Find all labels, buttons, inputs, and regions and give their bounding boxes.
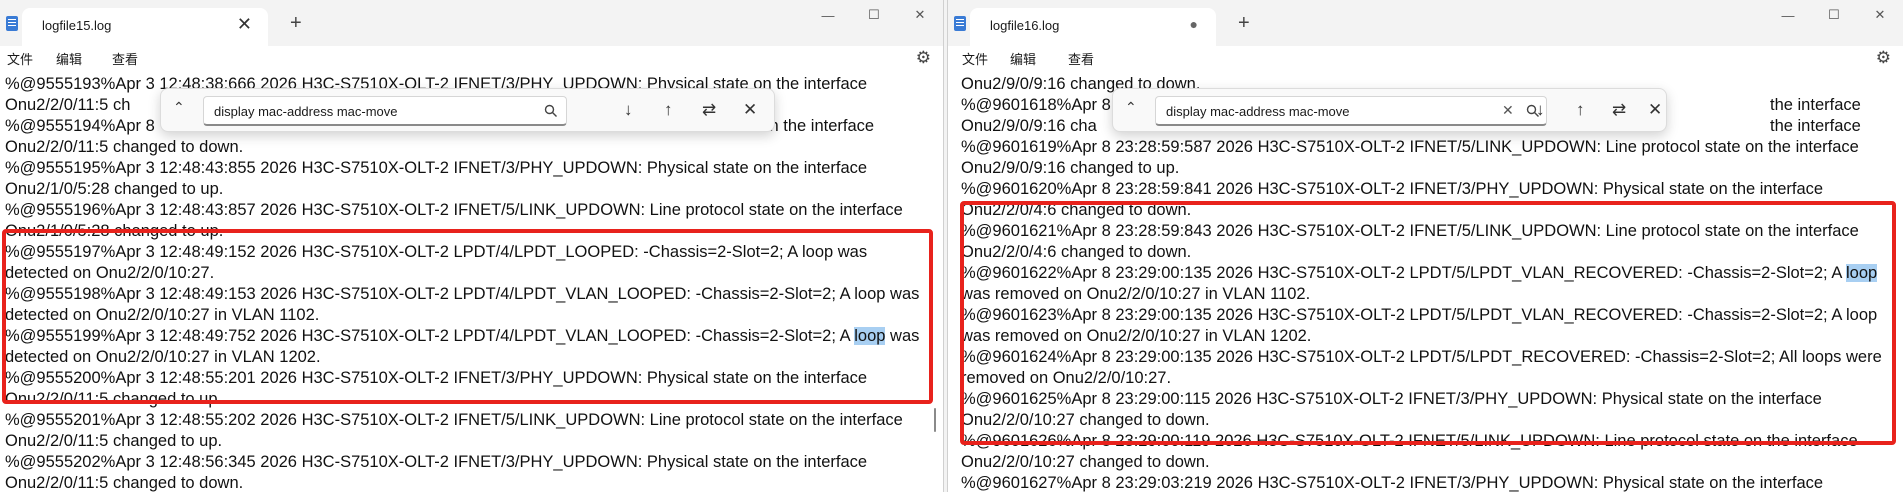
menu-file[interactable]: 文件	[7, 49, 33, 68]
highlight-box	[2, 229, 933, 404]
minimize-icon[interactable]: —	[1765, 0, 1811, 30]
find-options-icon[interactable]: ⇄	[702, 100, 716, 120]
log-line: Onu2/2/0/11:5 changed to down.	[5, 474, 244, 492]
menu-edit[interactable]: 编辑	[1010, 49, 1036, 68]
close-find-icon[interactable]: ✕	[1648, 100, 1662, 120]
new-tab-button[interactable]: +	[290, 12, 302, 35]
close-window-icon[interactable]: ✕	[1857, 0, 1903, 30]
find-query-text: display mac-address mac-move	[1166, 104, 1350, 119]
menu-view[interactable]: 查看	[112, 49, 138, 68]
title-bar: logfile15.log ✕ + — ☐ ✕	[0, 0, 943, 46]
log-line-partial: the interface	[1770, 96, 1861, 114]
close-window-icon[interactable]: ✕	[897, 0, 943, 30]
highlight-box	[960, 201, 1896, 445]
maximize-icon[interactable]: ☐	[851, 0, 897, 30]
arrow-up-icon[interactable]: ↑	[1576, 100, 1585, 120]
find-input[interactable]: display mac-address mac-move ✕	[1155, 96, 1547, 126]
find-query-text: display mac-address mac-move	[214, 104, 398, 119]
tab-title: logfile16.log	[990, 18, 1060, 33]
text-editor-area[interactable]: Onu2/9/0/9:16 changed to down. %@9601618…	[948, 70, 1903, 492]
menu-view[interactable]: 查看	[1068, 49, 1094, 68]
tab-title: logfile15.log	[42, 18, 112, 33]
tab-logfile15[interactable]: logfile15.log ✕	[22, 8, 268, 46]
log-line: Onu2/2/0/11:5 ch	[5, 96, 131, 114]
log-line-partial: the interface	[1770, 117, 1861, 135]
arrow-down-icon[interactable]: ↓	[624, 100, 633, 120]
log-line: %@9555201%Apr 3 12:48:55:202 2026 H3C-S7…	[5, 411, 903, 429]
log-line: %@9601627%Apr 8 23:29:03:219 2026 H3C-S7…	[961, 474, 1824, 492]
text-editor-area[interactable]: %@9555193%Apr 3 12:48:38:666 2026 H3C-S7…	[0, 70, 943, 492]
log-line: %@9555202%Apr 3 12:48:56:345 2026 H3C-S7…	[5, 453, 868, 471]
find-bar: ⌃ display mac-address mac-move ✕ ↓ ↑ ⇄ ✕	[1112, 88, 1667, 132]
log-line: Onu2/2/0/10:27 changed to down.	[961, 453, 1210, 471]
log-line: %@9555194%Apr 8	[5, 117, 155, 135]
log-line: Onu2/9/0/9:16 changed to up.	[961, 159, 1180, 177]
arrow-down-icon[interactable]: ↓	[1536, 100, 1545, 120]
find-bar: ⌃ display mac-address mac-move ↓ ↑ ⇄ ✕	[160, 88, 775, 132]
log-line: Onu2/2/0/11:5 changed to down.	[5, 138, 244, 156]
search-icon[interactable]	[544, 104, 558, 118]
menu-edit[interactable]: 编辑	[56, 49, 82, 68]
tab-logfile16[interactable]: logfile16.log ●	[970, 8, 1216, 46]
find-options-icon[interactable]: ⇄	[1612, 100, 1626, 120]
notepad-app-icon	[6, 16, 18, 31]
unsaved-dot-icon[interactable]: ●	[1190, 16, 1198, 32]
tab-close-icon[interactable]: ✕	[237, 14, 252, 35]
settings-gear-icon[interactable]: ⚙	[916, 48, 931, 68]
scrollbar-thumb[interactable]	[934, 408, 936, 432]
menu-bar: 文件 编辑 查看 ⚙	[0, 46, 943, 70]
log-line: %@9601618%Apr 8	[961, 96, 1111, 114]
log-line: Onu2/9/0/9:16 cha	[961, 117, 1097, 135]
log-line: %@9555196%Apr 3 12:48:43:857 2026 H3C-S7…	[5, 201, 903, 219]
log-line: Onu2/2/0/11:5 changed to up.	[5, 432, 223, 450]
log-line: Onu2/1/0/5:28 changed to up.	[5, 180, 224, 198]
find-input[interactable]: display mac-address mac-move	[203, 96, 567, 126]
arrow-up-icon[interactable]: ↑	[664, 100, 673, 120]
window-controls: — ☐ ✕	[1765, 0, 1903, 30]
chevron-up-icon[interactable]: ⌃	[173, 99, 185, 116]
menu-bar: 文件 编辑 查看 ⚙	[948, 46, 1903, 70]
new-tab-button[interactable]: +	[1238, 12, 1250, 35]
menu-file[interactable]: 文件	[962, 49, 988, 68]
log-line: %@9601620%Apr 8 23:28:59:841 2026 H3C-S7…	[961, 180, 1824, 198]
notepad-window-left: logfile15.log ✕ + — ☐ ✕ 文件 编辑 查看 ⚙ %@955…	[0, 0, 944, 492]
settings-gear-icon[interactable]: ⚙	[1876, 48, 1891, 68]
clear-input-icon[interactable]: ✕	[1502, 102, 1514, 119]
title-bar: logfile16.log ● + — ☐ ✕	[948, 0, 1903, 46]
notepad-window-right: logfile16.log ● + — ☐ ✕ 文件 编辑 查看 ⚙ Onu2/…	[947, 0, 1903, 492]
minimize-icon[interactable]: —	[805, 0, 851, 30]
notepad-app-icon	[954, 16, 966, 31]
chevron-up-icon[interactable]: ⌃	[1125, 99, 1137, 116]
close-find-icon[interactable]: ✕	[743, 100, 757, 120]
maximize-icon[interactable]: ☐	[1811, 0, 1857, 30]
log-line: %@9555195%Apr 3 12:48:43:855 2026 H3C-S7…	[5, 159, 868, 177]
log-line: %@9601619%Apr 8 23:28:59:587 2026 H3C-S7…	[961, 138, 1859, 156]
window-controls: — ☐ ✕	[805, 0, 943, 30]
